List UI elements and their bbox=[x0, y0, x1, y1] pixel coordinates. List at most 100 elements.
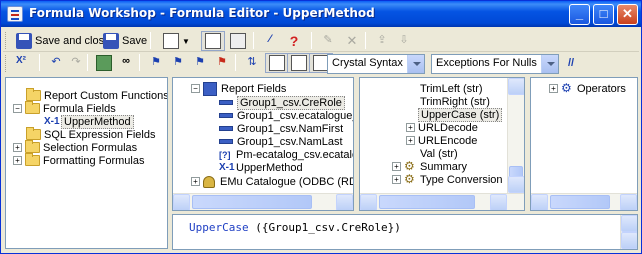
field-tree[interactable]: − Report Fields Group1_csv.CreRole Group… bbox=[172, 77, 354, 211]
comment-button[interactable]: // bbox=[565, 53, 577, 73]
rename-button[interactable]: ✎ bbox=[317, 31, 339, 51]
field-label: Pm-ecatalog_csv.ecatalogue_ bbox=[236, 148, 353, 161]
formula-text[interactable]: UpperCase ({Group1_csv.CreRole}) bbox=[189, 221, 401, 234]
folder-icon bbox=[25, 140, 40, 153]
formula-icon: X-1 bbox=[219, 162, 235, 173]
rename-icon: ✎ bbox=[323, 34, 333, 46]
function-tree-vscroll[interactable] bbox=[507, 78, 524, 193]
scroll-left-button[interactable] bbox=[360, 194, 377, 210]
tree-item-label: Formatting Formulas bbox=[43, 154, 145, 167]
properties-button[interactable] bbox=[227, 31, 249, 51]
operators-icon: ⚙ bbox=[561, 81, 572, 95]
scroll-up-button[interactable] bbox=[508, 78, 524, 95]
show-fields-button[interactable] bbox=[265, 53, 289, 73]
undo-icon: ↶ bbox=[51, 56, 61, 68]
collapse-icon[interactable]: − bbox=[13, 104, 22, 113]
previous-bookmark-button[interactable]: ⚑ bbox=[189, 53, 211, 73]
properties-icon bbox=[230, 33, 246, 49]
toggle-bookmark-button[interactable]: ⚑ bbox=[145, 53, 167, 73]
chevron-down-icon[interactable] bbox=[407, 55, 424, 73]
use-editor-button[interactable]: ⇪ bbox=[371, 31, 393, 51]
database-field-icon bbox=[219, 139, 233, 144]
folder-icon bbox=[26, 88, 41, 101]
expand-icon[interactable]: + bbox=[392, 162, 401, 171]
title-bar[interactable]: Formula Workshop - Formula Editor - Uppe… bbox=[1, 1, 641, 27]
scroll-left-button[interactable] bbox=[173, 194, 190, 210]
close-button[interactable]: ✕ bbox=[617, 4, 638, 25]
folder-icon bbox=[25, 153, 40, 166]
new-button[interactable]: ▼ bbox=[160, 31, 193, 51]
expand-icon[interactable]: + bbox=[13, 156, 22, 165]
help-button[interactable]: ? bbox=[283, 31, 305, 51]
expand-icon[interactable]: + bbox=[392, 175, 401, 184]
formula-toolbar: X² ↶ ↷ ∞ ⚑ ⚑ ⚑ ⚑ ⇅ Crystal Syntax Except… bbox=[3, 52, 639, 74]
tree-item-label: EMu Catalogue (ODBC (RDO)) bbox=[220, 175, 353, 188]
help-icon: ? bbox=[289, 33, 299, 49]
collapse-icon[interactable]: − bbox=[191, 84, 200, 93]
expand-icon[interactable]: + bbox=[406, 123, 415, 132]
expert-icon: ⇩ bbox=[399, 34, 409, 46]
scroll-left-button[interactable] bbox=[531, 194, 548, 210]
tree-item-label: Operators bbox=[577, 82, 626, 95]
syntax-select[interactable]: Crystal Syntax bbox=[327, 54, 425, 74]
nulls-select[interactable]: Exceptions For Nulls bbox=[431, 54, 559, 74]
sort-trees-button[interactable]: ⇅ bbox=[241, 53, 263, 73]
toggle-tree-button[interactable] bbox=[201, 31, 225, 51]
editor-icon: ⇪ bbox=[377, 34, 387, 46]
scroll-up-button[interactable] bbox=[621, 215, 637, 232]
check-button[interactable]: X² bbox=[13, 53, 35, 73]
tree-item-datasource[interactable]: + EMu Catalogue (ODBC (RDO)) bbox=[191, 174, 353, 189]
minimize-button[interactable]: _ bbox=[569, 4, 590, 25]
scroll-thumb[interactable] bbox=[192, 195, 312, 209]
browse-data-button[interactable] bbox=[93, 53, 115, 73]
next-bookmark-button[interactable]: ⚑ bbox=[167, 53, 189, 73]
field-item[interactable]: X-1 UpperMethod bbox=[219, 160, 303, 175]
expand-icon[interactable]: + bbox=[549, 84, 558, 93]
expert-button[interactable]: ⁄ bbox=[259, 31, 281, 51]
scroll-thumb[interactable] bbox=[550, 195, 610, 209]
expand-icon[interactable]: + bbox=[191, 177, 200, 186]
scroll-thumb[interactable] bbox=[379, 195, 475, 209]
sort-icon: ⇅ bbox=[247, 56, 257, 68]
scroll-right-button[interactable] bbox=[336, 194, 353, 210]
find-button[interactable]: ∞ bbox=[115, 53, 137, 73]
database-field-icon bbox=[219, 113, 233, 118]
maximize-button[interactable]: □ bbox=[593, 4, 614, 25]
field-tree-hscroll[interactable] bbox=[173, 193, 353, 210]
operator-tree-hscroll[interactable] bbox=[531, 193, 637, 210]
delete-button[interactable]: ✕ bbox=[341, 31, 363, 51]
tree-item-operators[interactable]: + ⚙ Operators bbox=[549, 81, 626, 96]
scroll-down-button[interactable] bbox=[508, 176, 524, 193]
use-expert-button[interactable]: ⇩ bbox=[393, 31, 415, 51]
show-functions-button[interactable] bbox=[287, 53, 311, 73]
function-group-type-conversion[interactable]: + ⚙ Type Conversion bbox=[392, 172, 503, 187]
expand-icon[interactable]: + bbox=[13, 143, 22, 152]
save-and-close-button[interactable]: Save and close bbox=[13, 31, 113, 51]
scroll-right-button[interactable] bbox=[620, 194, 637, 210]
function-group-label: Summary bbox=[420, 160, 468, 173]
toolbar-separator bbox=[365, 32, 366, 49]
function-label: Val (str) bbox=[420, 147, 458, 160]
chevron-down-icon[interactable] bbox=[541, 55, 558, 73]
function-label: URLEncode bbox=[418, 134, 478, 147]
scroll-down-button[interactable] bbox=[621, 232, 637, 249]
check-syntax-icon: X² bbox=[16, 55, 26, 66]
workshop-tree[interactable]: Report Custom Functions − Formula Fields… bbox=[5, 77, 168, 249]
operator-tree[interactable]: + ⚙ Operators bbox=[530, 77, 638, 211]
formula-editor[interactable]: UpperCase ({Group1_csv.CreRole}) bbox=[172, 214, 638, 250]
clear-bookmarks-button[interactable]: ⚑ bbox=[211, 53, 233, 73]
toolbar-grip[interactable] bbox=[5, 55, 8, 72]
redo-button[interactable]: ↷ bbox=[65, 53, 87, 73]
toolbar-grip[interactable] bbox=[5, 32, 8, 49]
undo-button[interactable]: ↶ bbox=[45, 53, 67, 73]
expand-icon[interactable]: + bbox=[406, 136, 415, 145]
tree-item-formatting-formulas[interactable]: + Formatting Formulas bbox=[13, 153, 144, 168]
bookmark-icon: ⚑ bbox=[151, 56, 161, 68]
editor-vscroll[interactable] bbox=[620, 215, 637, 249]
scroll-right-button[interactable] bbox=[490, 194, 507, 210]
tree-item-report-fields[interactable]: − Report Fields bbox=[191, 81, 286, 96]
function-tree-hscroll[interactable] bbox=[360, 193, 524, 210]
save-button[interactable]: Save bbox=[100, 31, 150, 51]
toolbar-separator bbox=[87, 54, 88, 71]
function-tree[interactable]: TrimLeft (str) TrimRight (str) UpperCase… bbox=[359, 77, 525, 211]
